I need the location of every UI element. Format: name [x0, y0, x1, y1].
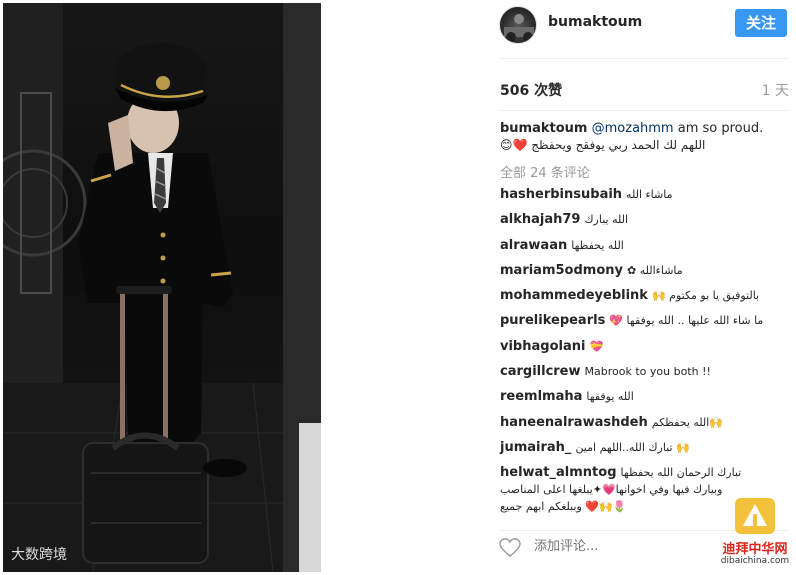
comment-text: الله يحفظها [571, 238, 624, 252]
brand-url: dibaichina.com [720, 556, 790, 566]
post-photo: 大数跨境 [3, 3, 321, 572]
comment-text: 💖 ما شاء الله عليها .. الله يوفقها [609, 314, 764, 328]
comment-text: الله يحفظكم🙌 [651, 415, 724, 429]
comment-text: الله يوفقها [586, 390, 634, 404]
follow-button[interactable]: 关注 [735, 9, 787, 37]
comment-username[interactable]: purelikepearls [500, 313, 605, 328]
pilot-photo-illustration [3, 3, 321, 572]
comment-text: ماشاء الله [626, 188, 673, 201]
comment-username[interactable]: haneenalrawashdeh [500, 415, 648, 430]
comment-item: mariam5odmony ✿ ماشاءالله [500, 262, 790, 287]
comment-username[interactable]: alrawaan [500, 238, 567, 253]
likes-count[interactable]: 506 次赞 [500, 80, 562, 100]
comment-username[interactable]: mohammedeyeblink [500, 288, 648, 303]
heart-icon[interactable] [499, 538, 521, 562]
comment-item: hasherbinsubaih ماشاء الله [500, 186, 790, 211]
avatar-image [504, 14, 534, 42]
time-ago[interactable]: 1 天 [762, 80, 789, 100]
comment-item: jumairah_ تبارك الله..اللهم امين 🙌 [500, 439, 790, 464]
post-header: bumaktoum 关注 [321, 0, 796, 58]
comment-item: reemlmaha الله يوفقها [500, 388, 790, 413]
comment-text: 🙌 بالتوفيق يا بو مكتوم [651, 289, 760, 303]
comment-item: purelikepearls 💖 ما شاء الله عليها .. الل… [500, 312, 790, 337]
comment-username[interactable]: jumairah_ [500, 440, 571, 455]
comment-item: vibhagolani 💝 [500, 338, 790, 363]
caption-text-arabic: اللهم لك الحمد ربي يوفقج ويحفظج ❤️😊 [500, 138, 706, 152]
caption: bumaktoum @mozahmm am so proud. اللهم لك… [500, 120, 790, 154]
comment-username[interactable]: alkhajah79 [500, 212, 580, 227]
caption-mention[interactable]: @mozahmm [592, 121, 674, 136]
comment-username[interactable]: vibhagolani [500, 339, 585, 354]
add-comment-input[interactable] [534, 539, 674, 554]
post-sidebar: bumaktoum 关注 506 次赞 1 天 bumaktoum @mozah… [321, 0, 796, 575]
comment-username[interactable]: cargillcrew [500, 364, 581, 379]
divider [499, 110, 789, 111]
comment-text: تبارك الله..اللهم امين 🙌 [575, 440, 690, 454]
caption-text: am so proud. [673, 121, 764, 136]
divider [499, 58, 789, 59]
brand-logo-icon [733, 496, 777, 540]
photo-watermark: 大数跨境 [11, 547, 67, 563]
comment-text: ✿ ماشاءالله [627, 263, 683, 277]
likes-row: 506 次赞 1 天 [499, 80, 789, 100]
comment-username[interactable]: reemlmaha [500, 389, 582, 404]
caption-username[interactable]: bumaktoum [500, 121, 587, 136]
view-all-comments-link[interactable]: 全部 24 条评论 [500, 162, 590, 181]
comment-item: alrawaan الله يحفظها [500, 237, 790, 262]
comment-item: mohammedeyeblink 🙌 بالتوفيق يا بو مكتوم [500, 287, 790, 312]
comment-item: haneenalrawashdeh الله يحفظكم🙌 [500, 414, 790, 439]
avatar[interactable] [499, 6, 537, 44]
comment-text: الله يبارك [584, 213, 629, 227]
comment-text: Mabrook to you both !! [584, 365, 711, 379]
comment-item: alkhajah79 الله يبارك [500, 211, 790, 236]
brand-name: 迪拜中华网 [722, 542, 788, 557]
comment-list: hasherbinsubaih ماشاء الله alkhajah79 الله … [500, 186, 790, 515]
comment-item: cargillcrew Mabrook to you both !! [500, 363, 790, 388]
comment-username[interactable]: hasherbinsubaih [500, 187, 622, 202]
site-watermark: 迪拜中华网 dibaichina.com [715, 496, 795, 572]
comment-username[interactable]: helwat_almntog [500, 465, 617, 480]
comment-text: تبارك الرحمان الله يحفظها [620, 466, 742, 480]
comment-username[interactable]: mariam5odmony [500, 263, 623, 278]
header-username[interactable]: bumaktoum [548, 14, 642, 30]
comment-text: 💝 [589, 339, 604, 353]
